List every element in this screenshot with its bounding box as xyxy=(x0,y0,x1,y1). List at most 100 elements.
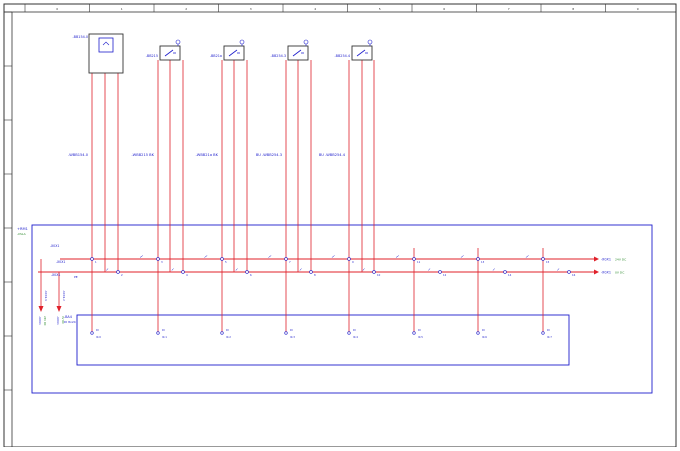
switch-housing xyxy=(159,45,181,61)
bridge-tick xyxy=(139,255,143,258)
strip-row-label: -X0X1 xyxy=(56,260,65,264)
switch-contact xyxy=(164,49,176,57)
terminal xyxy=(412,257,416,261)
terminal-number: 11 xyxy=(417,260,421,264)
ruler-column-label: 5 xyxy=(379,7,381,11)
card-terminal xyxy=(541,331,545,335)
bridge-tick xyxy=(557,268,560,271)
ruler-column-label: 0 xyxy=(56,7,58,11)
terminal xyxy=(181,270,185,274)
terminal-number: 5 xyxy=(225,260,227,264)
card-channel-io: I0.0 xyxy=(96,335,101,339)
terminal-strip-layer: -X0X1-X0X1-X0X1 PE12345678910111213141516 xyxy=(50,244,576,279)
ruler-column-label: 1 xyxy=(121,7,123,11)
card-channel-io: I0.1 xyxy=(162,335,167,339)
card-terminal xyxy=(476,331,480,335)
ruler-column-label: 7 xyxy=(508,7,510,11)
device-2: -BB21a xyxy=(210,39,245,61)
terminal xyxy=(245,270,249,274)
rail-arrow xyxy=(594,256,599,262)
switch-contact xyxy=(292,49,304,57)
cable-label: -WBB21a BK xyxy=(196,153,219,157)
bridge-tick xyxy=(428,268,431,271)
bridge-tick xyxy=(106,268,109,271)
bridge-tick xyxy=(362,268,365,271)
sensor-element xyxy=(98,37,114,53)
bridge-tick xyxy=(268,255,272,258)
card-channel-addr: DI xyxy=(353,328,356,332)
enclosure-tag: +RM1 xyxy=(17,227,28,231)
terminal xyxy=(90,257,94,261)
card-channel-io: I0.6 xyxy=(482,335,487,339)
ruler-column-label: 2 xyxy=(185,7,187,11)
terminal-number: 9 xyxy=(352,260,354,264)
switch-actuator xyxy=(239,39,245,45)
card-terminal xyxy=(412,331,416,335)
bridge-tick xyxy=(235,268,238,271)
bridge-tick xyxy=(299,268,302,271)
bridge-tick xyxy=(171,268,174,271)
branch-label: -X0X1.1 xyxy=(44,290,48,301)
card-terminal xyxy=(284,331,288,335)
terminal-number: 10 xyxy=(377,273,381,277)
ruler-column-label: 3 xyxy=(250,7,252,11)
bridge-tick xyxy=(395,255,399,258)
device-4: -BB254.4 xyxy=(335,39,373,61)
rail-target-desc: 0V DC xyxy=(615,270,624,274)
ruler-column-label: 4 xyxy=(314,7,316,11)
ruler-strip xyxy=(3,3,677,13)
plc-card-box xyxy=(76,314,570,366)
plc-card-sub: DI 8x24 xyxy=(64,320,76,324)
card-channel-io: I0.7 xyxy=(547,335,552,339)
card-channel-addr: DI xyxy=(226,328,229,332)
terminal-number: 12 xyxy=(443,273,447,277)
terminal-number: 13 xyxy=(481,260,485,264)
terminal-number: 8 xyxy=(314,273,316,277)
card-channel-addr: DI xyxy=(290,328,293,332)
terminal-number: 14 xyxy=(508,273,512,277)
terminal xyxy=(503,270,507,274)
branch-target-desc: 24V DC xyxy=(43,316,47,326)
terminal-number: 4 xyxy=(186,273,188,277)
terminal-number: 16 xyxy=(572,273,576,277)
cable-label: BU -WBB254.3 xyxy=(256,153,282,157)
rail-target-tag: -X0X1 xyxy=(601,270,611,274)
terminal xyxy=(476,257,480,261)
card-channel-addr: DI xyxy=(482,328,485,332)
card-channel-addr: DI xyxy=(96,328,99,332)
branch-arrow xyxy=(56,306,62,312)
terminal xyxy=(438,270,442,274)
device-tag: -BB215 xyxy=(146,54,158,58)
card-channel-io: I0.2 xyxy=(226,335,231,339)
card-channel-addr: DI xyxy=(418,328,421,332)
device-tag: -BB21a xyxy=(210,54,222,58)
rail-target-desc: 24V DC xyxy=(615,257,626,261)
ruler-column-label: 9 xyxy=(637,7,639,11)
terminal xyxy=(372,270,376,274)
terminal xyxy=(567,270,571,274)
cable-label: -WBB215 BK xyxy=(132,153,155,157)
switch-housing xyxy=(351,45,373,61)
sensor-housing xyxy=(88,33,124,74)
switch-actuator xyxy=(367,39,373,45)
terminal-number: 2 xyxy=(121,273,123,277)
branch-arrow xyxy=(38,306,44,312)
bridge-tick xyxy=(460,255,464,258)
branch-target-desc: 0V DC xyxy=(61,316,65,324)
cable-label: BU -WBB254.4 xyxy=(319,153,346,157)
wires-layer: -WBB154.0 -WBB215 BK -WBB21a BK BU -WBB254.… xyxy=(38,60,626,332)
ruler-column-label: 8 xyxy=(572,7,574,11)
device-tag: -BB254.3 xyxy=(271,54,286,58)
switch-housing xyxy=(223,45,245,61)
plc-card-tag: -BA4 xyxy=(64,315,72,319)
terminal-number: 15 xyxy=(546,260,550,264)
schematic-sheet: 0123456789 +RM1 -XSLA -BA4 DI 8x24 -WBB1… xyxy=(0,0,680,448)
branch-target-tag: -X0X1 xyxy=(38,316,42,325)
plc-card-layer: DI I0.0 DI I0.1 DI I0.2 DI I0.3 DI I0.4 DI I0.5 DI I0… xyxy=(90,328,552,339)
strip-row-label: -X0X1 xyxy=(50,244,59,248)
card-terminal xyxy=(347,331,351,335)
strip-row-label: -X0X1 xyxy=(51,273,60,277)
card-terminal xyxy=(220,331,224,335)
terminal xyxy=(220,257,224,261)
switch-contact xyxy=(228,49,240,57)
